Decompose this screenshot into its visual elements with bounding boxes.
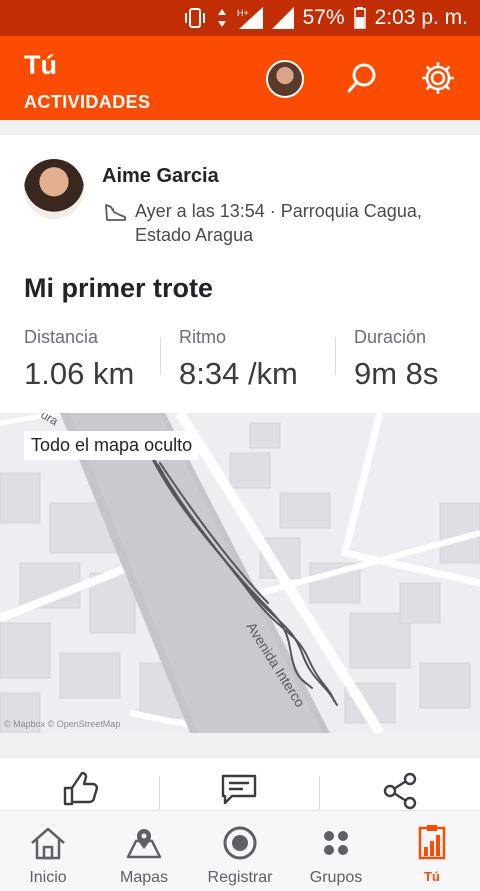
stat-duration: Duración 9m 8s [354,327,438,392]
app-bar: Tú ACTIVIDADES [0,36,480,120]
clock: 2:03 p. m. [374,6,468,29]
map-icon [126,829,162,859]
gear-icon [422,62,454,94]
signal-icon [271,7,294,29]
vibrate-icon [184,8,205,28]
tab-label: Registrar [207,869,273,886]
stat-divider [335,337,336,375]
activity-meta: Ayer a las 13:54 · Parroquia Cagua, Esta… [103,199,443,247]
stat-label: Ritmo [179,327,227,347]
shoe-icon [105,204,126,221]
map-canvas: Avenida Interco ura [0,413,480,733]
stat-value: 8:34 /km [179,356,298,391]
tab-label: Grupos [309,869,363,886]
activity-date-location: Ayer a las 13:54 · Parroquia Cagua, Esta… [135,201,422,245]
bottom-tab-bar: Inicio Mapas Registrar Grupos Tú [0,810,480,891]
tab-label: Tú [424,869,440,884]
profile-chart-icon [418,825,446,860]
data-arrows-icon [217,9,226,27]
svg-text:H+: H+ [237,8,249,18]
status-bar: H+ 57% 2:03 p. m. [0,0,480,36]
activity-actions [0,758,480,810]
stat-divider [160,337,161,375]
search-icon [347,63,376,93]
signal-h-icon: H+ [237,7,263,29]
profile-avatar[interactable] [266,60,304,98]
home-icon [31,827,65,860]
activity-card[interactable]: Aime Garcia Ayer a las 13:54 · Parroquia… [0,135,480,733]
stat-distance: Distancia 1.06 km [24,327,134,392]
tab-you[interactable]: Tú [384,811,480,891]
stat-label: Distancia [24,327,99,347]
road-label-fragment: ura [39,413,61,428]
tab-groups[interactable]: Grupos [288,811,384,891]
page-title: Tú [24,50,57,80]
athlete-avatar[interactable] [24,159,84,219]
stat-label: Duración [354,327,427,347]
battery-icon [353,7,366,29]
battery-percent: 57% [302,6,345,29]
map-hidden-notice: Todo el mapa oculto [24,431,200,460]
thumbs-up-icon [63,772,99,806]
tab-label: Inicio [29,869,67,886]
share-button[interactable] [380,772,420,812]
stat-value: 9m 8s [354,356,439,391]
groups-icon [324,831,348,855]
comment-button[interactable] [219,772,259,812]
activity-stats: Distancia 1.06 km Ritmo 8:34 /km Duració… [24,327,464,397]
stat-pace: Ritmo 8:34 /km [179,327,298,392]
activity-title[interactable]: Mi primer trote [24,273,213,304]
athlete-name[interactable]: Aime Garcia [102,165,219,188]
kudos-button[interactable] [60,772,100,812]
tab-home[interactable]: Inicio [0,811,96,891]
share-icon [383,772,417,810]
action-divider [159,776,160,810]
tab-record[interactable]: Registrar [192,811,288,891]
map-attribution[interactable]: © Mapbox © OpenStreetMap [4,719,120,729]
action-divider [319,776,320,810]
search-button[interactable] [342,58,382,98]
tab-maps[interactable]: Mapas [96,811,192,891]
comment-icon [221,774,257,805]
activity-map[interactable]: Avenida Interco ura Todo el mapa oculto … [0,413,480,733]
tab-label: Mapas [119,869,169,886]
record-icon [223,826,257,860]
section-tab-activities[interactable]: ACTIVIDADES [24,92,150,113]
stat-value: 1.06 km [24,356,135,391]
settings-button[interactable] [418,58,458,98]
